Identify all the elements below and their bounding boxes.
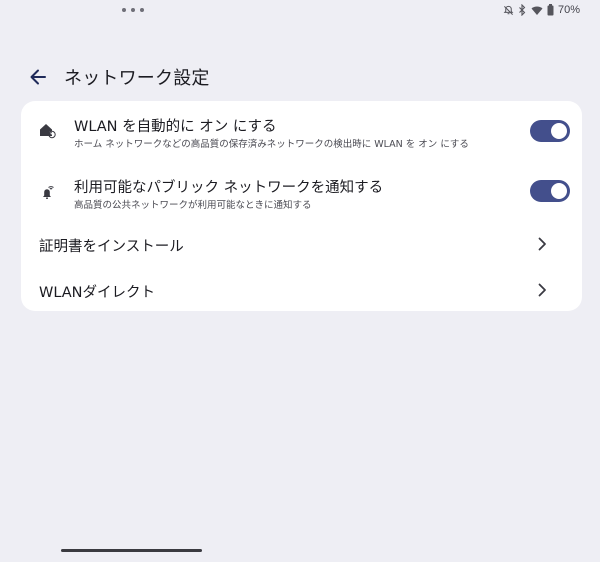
page-title: ネットワーク設定 — [64, 68, 210, 89]
auto-wlan-toggle[interactable] — [530, 120, 570, 142]
install-certificate-title: 証明書をインストール — [39, 239, 184, 255]
app-bar: ネットワーク設定 — [26, 64, 210, 90]
toggle-knob — [551, 123, 567, 139]
auto-wlan-setting[interactable]: WLAN を自動的に オン にする ホーム ネットワークなどの高品質の保存済みネ… — [21, 101, 582, 161]
auto-wlan-title: WLAN を自動的に オン にする — [74, 119, 277, 135]
back-button[interactable] — [26, 65, 50, 89]
navigation-gesture-handle[interactable] — [61, 549, 202, 552]
settings-card: WLAN を自動的に オン にする ホーム ネットワークなどの高品質の保存済みネ… — [21, 101, 582, 311]
network-settings-screen: 70% ネットワーク設定 WLAN を自動的に オン にする ホーム ネットワー… — [0, 0, 600, 562]
toggle-knob — [551, 183, 567, 199]
install-certificate-item[interactable]: 証明書をインストール — [21, 221, 582, 267]
wifi-icon — [531, 5, 543, 15]
wlan-direct-item[interactable]: WLANダイレクト — [21, 267, 582, 311]
chevron-right-icon — [538, 283, 546, 297]
bluetooth-icon — [519, 4, 526, 16]
notify-public-toggle[interactable] — [530, 180, 570, 202]
status-bar: 70% — [503, 3, 580, 17]
auto-wlan-subtitle: ホーム ネットワークなどの高品質の保存済みネットワークの検出時に WLAN を … — [74, 139, 469, 150]
battery-icon — [547, 4, 554, 16]
wlan-direct-title: WLANダイレクト — [39, 285, 156, 301]
home-wifi-icon — [40, 124, 56, 139]
notifications-off-icon — [503, 5, 514, 15]
chevron-right-icon — [538, 237, 546, 251]
notification-wifi-icon — [43, 186, 54, 199]
notify-public-title: 利用可能なパブリック ネットワークを通知する — [74, 180, 384, 196]
arrow-back-icon — [30, 69, 46, 85]
status-bar-dots — [122, 8, 144, 12]
notify-public-subtitle: 高品質の公共ネットワークが利用可能なときに通知する — [74, 200, 312, 211]
notify-public-network-setting[interactable]: 利用可能なパブリック ネットワークを通知する 高品質の公共ネットワークが利用可能… — [21, 161, 582, 221]
battery-percentage: 70% — [557, 4, 580, 16]
